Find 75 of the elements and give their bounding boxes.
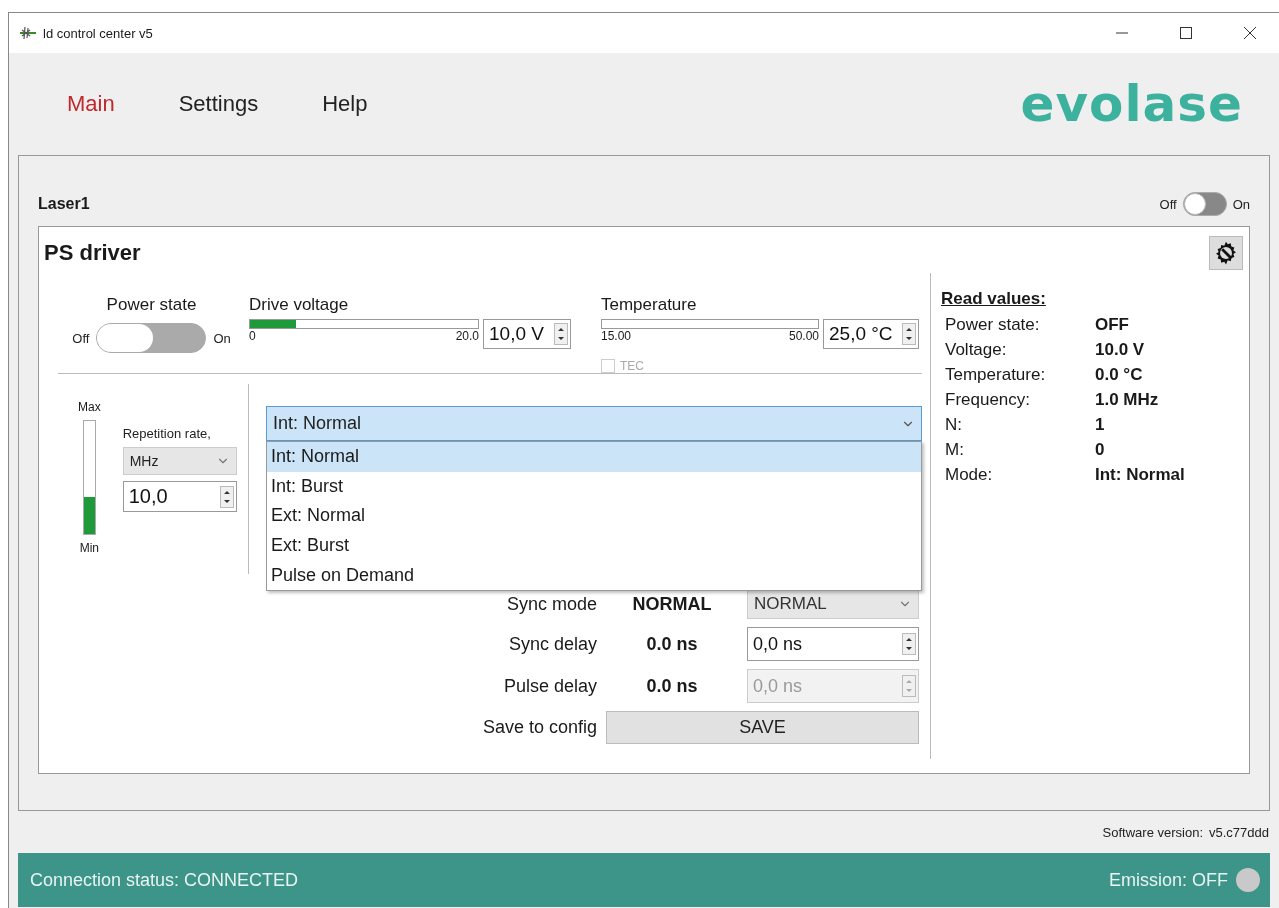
read-label: Mode: xyxy=(945,465,994,485)
gear-wrench-icon xyxy=(1213,240,1239,266)
power-state-label: Power state xyxy=(106,295,197,315)
read-value: 0.0 °C xyxy=(1095,365,1144,385)
tick-label: 50.00 xyxy=(788,329,819,343)
tick-label: 0 xyxy=(249,329,256,343)
spin-arrows-icon[interactable] xyxy=(902,323,916,345)
logo: evolase xyxy=(1020,75,1243,133)
close-icon xyxy=(1244,27,1256,39)
setting-reading: 0.0 ns xyxy=(646,675,698,697)
read-value: 0 xyxy=(1095,440,1106,460)
read-value: 1 xyxy=(1095,415,1106,435)
unit-select[interactable]: MHz xyxy=(122,447,237,475)
nav-tab[interactable]: Help xyxy=(322,91,368,117)
min-label: Min xyxy=(79,541,99,555)
off-label: Off xyxy=(72,330,90,346)
mode-select[interactable]: Int: Normal xyxy=(266,406,922,441)
tick-label: 15.00 xyxy=(601,329,632,343)
save-button[interactable]: SAVE xyxy=(606,711,919,744)
read-value: Int: Normal xyxy=(1095,465,1186,485)
read-label: N: xyxy=(945,415,963,435)
spin-arrows-icon[interactable] xyxy=(902,633,916,655)
window-title: ld control center v5 xyxy=(43,25,154,41)
mode-option[interactable]: Int: Normal xyxy=(267,442,921,472)
slider-label: Temperature xyxy=(601,295,698,315)
on-label: On xyxy=(1232,196,1250,212)
read-value: 1.0 MHz xyxy=(1095,390,1160,410)
laser-name: Laser1 xyxy=(38,195,91,213)
read-value: OFF xyxy=(1095,315,1130,335)
delay-spinbox: 0,0 ns xyxy=(747,669,919,703)
read-label: Temperature: xyxy=(945,365,1047,385)
slider-track[interactable] xyxy=(601,319,819,329)
power-switch[interactable] xyxy=(96,323,207,353)
spin-arrows-icon[interactable] xyxy=(554,323,568,345)
setting-reading: 0.0 ns xyxy=(646,633,698,655)
on-label: On xyxy=(213,330,231,346)
mode-option[interactable]: Ext: Normal xyxy=(267,501,921,531)
delay-spinbox[interactable]: 0,0 ns xyxy=(747,627,919,661)
setting-label: Sync delay xyxy=(508,633,597,655)
read-label: M: xyxy=(945,440,965,460)
maximize-icon xyxy=(1180,27,1192,39)
off-label: Off xyxy=(1159,196,1177,212)
slider-track[interactable] xyxy=(249,319,479,329)
read-values-title: Read values: xyxy=(941,289,1046,309)
settings-button[interactable] xyxy=(1209,236,1243,270)
rate-spinbox[interactable]: 10,0 xyxy=(122,481,237,512)
toggle-switch[interactable] xyxy=(1182,192,1227,216)
nav-tab[interactable]: Settings xyxy=(178,91,259,117)
tec-checkbox: TEC xyxy=(601,359,919,373)
emission-status: Emission: OFF xyxy=(1109,869,1228,891)
sync-mode-select[interactable]: NORMAL xyxy=(747,589,919,619)
read-label: Frequency: xyxy=(945,390,1032,410)
spin-arrows-icon[interactable] xyxy=(219,485,234,508)
read-value: 10.0 V xyxy=(1095,340,1146,360)
value-spinbox[interactable]: 25,0 °C xyxy=(823,319,919,349)
connection-status: Connection status: CONNECTED xyxy=(30,869,300,891)
tick-label: 20.0 xyxy=(455,329,479,343)
nav-tab[interactable]: Main xyxy=(67,91,115,117)
slider-label: Drive voltage xyxy=(249,295,350,315)
setting-reading: NORMAL xyxy=(632,593,712,615)
value-spinbox[interactable]: 10,0 V xyxy=(483,319,571,349)
max-label: Max xyxy=(78,400,101,414)
app-icon xyxy=(19,25,37,41)
read-label: Power state: xyxy=(945,315,1041,335)
panel-title: PS driver xyxy=(44,240,141,266)
read-label: Voltage: xyxy=(945,340,1008,360)
mode-option[interactable]: Ext: Burst xyxy=(267,530,921,561)
mode-option[interactable]: Int: Burst xyxy=(267,471,921,502)
setting-label: Sync mode xyxy=(506,593,597,615)
rate-label: Repetition rate, xyxy=(122,426,212,441)
version-label: Software version: xyxy=(1102,825,1203,842)
setting-label: Save to config xyxy=(482,717,597,738)
setting-label: Pulse delay xyxy=(503,675,597,697)
mode-option[interactable]: Pulse on Demand xyxy=(267,560,921,590)
version-value: v5.c77ddd xyxy=(1209,825,1269,842)
